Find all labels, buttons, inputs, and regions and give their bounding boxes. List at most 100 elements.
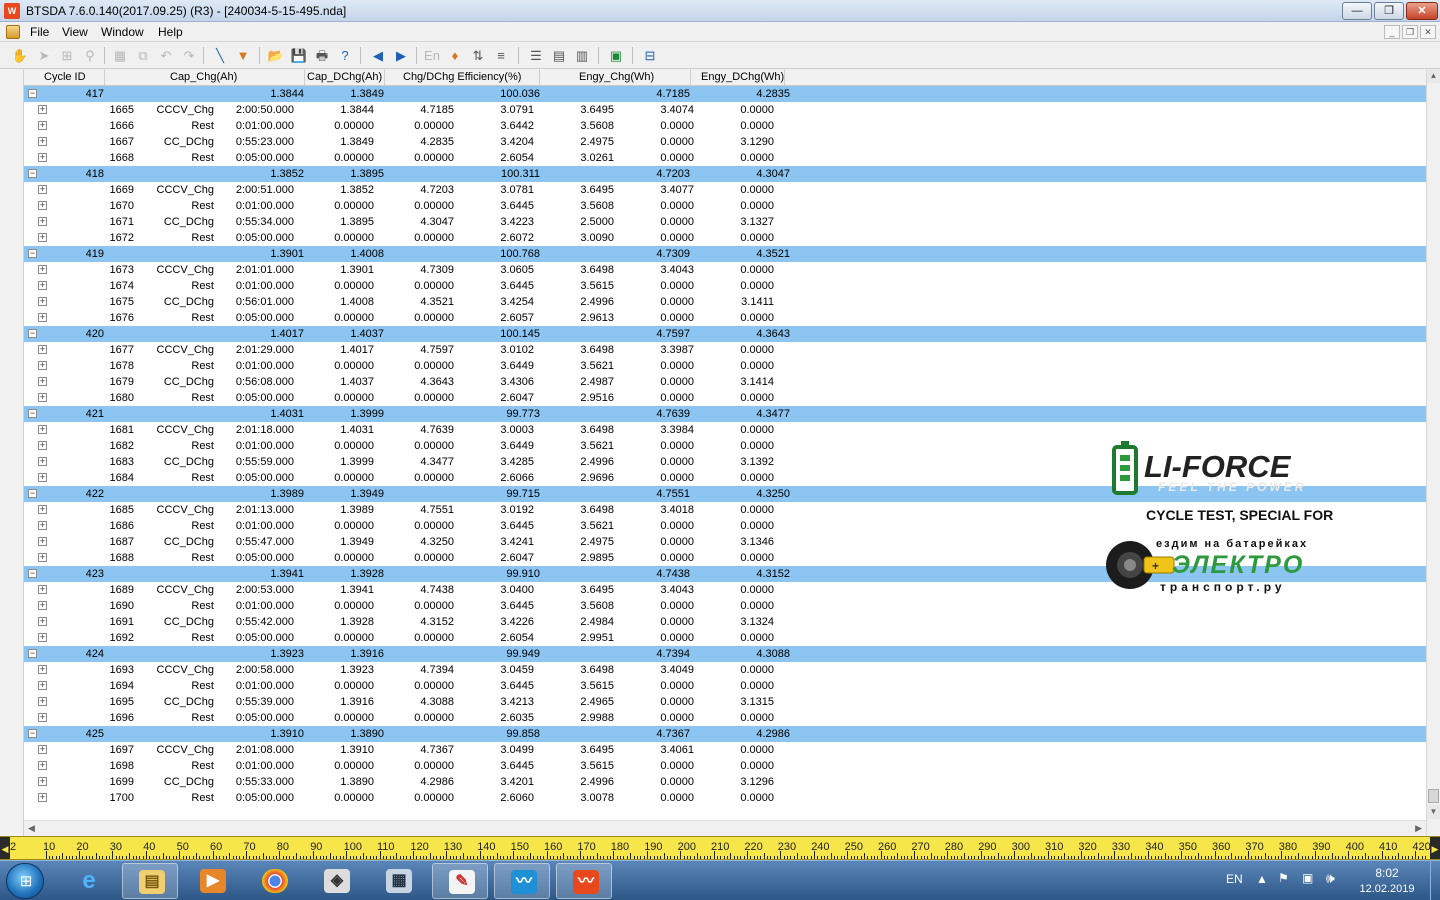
child-minimize-button[interactable]: _ xyxy=(1384,25,1400,39)
expand-icon[interactable]: + xyxy=(38,553,47,562)
step-row[interactable]: +1700 Rest 0:05:00.000 0.00000 0.00000 2.6060… xyxy=(24,790,1426,806)
restore-button[interactable]: ❐ xyxy=(1374,2,1404,20)
expand-icon[interactable]: + xyxy=(38,265,47,274)
step-row[interactable]: +1669 CCCV_Chg 2:00:51.000 1.3852 4.7203 3.07… xyxy=(24,182,1426,198)
expand-icon[interactable]: + xyxy=(38,361,47,370)
expand-icon[interactable]: + xyxy=(38,681,47,690)
next-icon[interactable]: ▶ xyxy=(391,46,411,65)
menu-file[interactable]: File xyxy=(30,25,49,39)
expand-icon[interactable]: + xyxy=(38,217,47,226)
expand-icon[interactable]: + xyxy=(38,601,47,610)
cycle-row[interactable]: − 424 1.3923 1.3916 99.949 4.7394 4.3088 xyxy=(24,646,1426,662)
zoom-icon[interactable]: ⚲ xyxy=(80,46,100,65)
expand-icon[interactable]: + xyxy=(38,137,47,146)
expand-icon[interactable]: + xyxy=(38,617,47,626)
collapse-icon[interactable]: − xyxy=(28,649,37,658)
action-center-flag-icon[interactable]: ⚑ xyxy=(1278,871,1289,900)
clock-date[interactable]: 12.02.2019 xyxy=(1358,883,1416,900)
step-row[interactable]: +1674 Rest 0:01:00.000 0.00000 0.00000 3.6445… xyxy=(24,278,1426,294)
step-row[interactable]: +1693 CCCV_Chg 2:00:58.000 1.3923 4.7394 3.04… xyxy=(24,662,1426,678)
align-icon[interactable]: ≡ xyxy=(491,46,511,65)
zoom-area-icon[interactable]: ⊞ xyxy=(57,46,77,65)
step-row[interactable]: +1670 Rest 0:01:00.000 0.00000 0.00000 3.6445… xyxy=(24,198,1426,214)
taskbar-media-player[interactable]: ▶ xyxy=(184,863,240,899)
minimize-button[interactable]: — xyxy=(1342,2,1372,20)
taskbar-calculator[interactable]: ▦ xyxy=(370,863,426,899)
step-row[interactable]: +1681 CCCV_Chg 2:01:18.000 1.4031 4.7639 3.00… xyxy=(24,422,1426,438)
expand-icon[interactable]: + xyxy=(38,393,47,402)
step-row[interactable]: +1673 CCCV_Chg 2:01:01.000 1.3901 4.7309 3.06… xyxy=(24,262,1426,278)
step-row[interactable]: +1677 CCCV_Chg 2:01:29.000 1.4017 4.7597 3.01… xyxy=(24,342,1426,358)
expand-icon[interactable]: + xyxy=(38,521,47,530)
copy-view-icon[interactable]: ⧉ xyxy=(133,46,153,65)
taskbar-internet-explorer[interactable]: e xyxy=(60,863,116,899)
scroll-right-icon[interactable]: ▶ xyxy=(1415,823,1422,834)
step-row[interactable]: +1679 CC_DChg 0:56:08.000 1.4037 4.3643 3.430… xyxy=(24,374,1426,390)
cycle-row[interactable]: − 417 1.3844 1.3849 100.036 4.7185 4.2835 xyxy=(24,86,1426,102)
ruler-right-arrow-icon[interactable]: ▶ xyxy=(1430,837,1440,859)
column-header-engy-chg[interactable]: Engy_Chg(Wh) xyxy=(579,70,654,85)
step-row[interactable]: +1698 Rest 0:01:00.000 0.00000 0.00000 3.6445… xyxy=(24,758,1426,774)
network-icon[interactable]: ▣ xyxy=(1302,871,1313,900)
expand-icon[interactable]: + xyxy=(38,425,47,434)
taskbar-chrome[interactable] xyxy=(246,863,302,899)
collapse-icon[interactable]: − xyxy=(28,249,37,258)
sort-icon[interactable]: ⇅ xyxy=(468,46,488,65)
expand-icon[interactable]: + xyxy=(38,505,47,514)
step-row[interactable]: +1671 CC_DChg 0:55:34.000 1.3895 4.3047 3.422… xyxy=(24,214,1426,230)
pointer-icon[interactable]: ➤ xyxy=(34,46,54,65)
redo-icon[interactable]: ↷ xyxy=(179,46,199,65)
collapse-icon[interactable]: − xyxy=(28,409,37,418)
marker-icon[interactable]: ♦ xyxy=(445,46,465,65)
cycle-row[interactable]: − 421 1.4031 1.3999 99.773 4.7639 4.3477 xyxy=(24,406,1426,422)
menu-view[interactable]: View xyxy=(62,25,88,39)
expand-icon[interactable]: + xyxy=(38,697,47,706)
expand-icon[interactable]: + xyxy=(38,233,47,242)
expand-icon[interactable]: + xyxy=(38,153,47,162)
step-row[interactable]: +1678 Rest 0:01:00.000 0.00000 0.00000 3.6449… xyxy=(24,358,1426,374)
collapse-icon[interactable]: − xyxy=(28,329,37,338)
taskbar-paint[interactable]: ✎ xyxy=(432,863,488,899)
expand-icon[interactable]: + xyxy=(38,297,47,306)
menu-window[interactable]: Window xyxy=(101,25,144,39)
grid-view-icon[interactable]: ▦ xyxy=(110,46,130,65)
collapse-icon[interactable]: − xyxy=(28,489,37,498)
expand-icon[interactable]: + xyxy=(38,345,47,354)
scroll-thumb[interactable] xyxy=(1428,789,1439,803)
filter-icon[interactable]: ▼ xyxy=(233,46,253,65)
print-icon[interactable]: 🖶 xyxy=(312,46,332,65)
column-header-cap-dchg[interactable]: Cap_DChg(Ah) xyxy=(307,70,382,85)
child-restore-button[interactable]: ❐ xyxy=(1402,25,1418,39)
expand-icon[interactable]: + xyxy=(38,105,47,114)
about-icon[interactable]: ? xyxy=(335,46,355,65)
step-row[interactable]: +1697 CCCV_Chg 2:01:08.000 1.3910 4.7367 3.04… xyxy=(24,742,1426,758)
expand-icon[interactable]: + xyxy=(38,777,47,786)
child-close-button[interactable]: ✕ xyxy=(1420,25,1436,39)
expand-icon[interactable]: + xyxy=(38,201,47,210)
collapse-icon[interactable]: − xyxy=(28,169,37,178)
taskbar-battery-tester[interactable]: 〰 xyxy=(494,863,550,899)
expand-icon[interactable]: + xyxy=(38,633,47,642)
volume-icon[interactable]: 🕪 xyxy=(1326,870,1335,900)
collapse-icon[interactable]: − xyxy=(28,569,37,578)
column-header-cap-chg[interactable]: Cap_Chg(Ah) xyxy=(170,70,237,85)
settings-grid-icon[interactable]: ⊟ xyxy=(640,46,660,65)
column-header-cycle-id[interactable]: Cycle ID xyxy=(44,70,86,85)
cycle-ruler[interactable]: ◀ ▶ 2 10 20 30 40 50 60 70 80 90 100 110 120 130 140 15… xyxy=(0,836,1440,860)
expand-icon[interactable]: + xyxy=(38,473,47,482)
document-icon[interactable] xyxy=(6,25,20,39)
step-row[interactable]: +1692 Rest 0:05:00.000 0.00000 0.00000 2.6054… xyxy=(24,630,1426,646)
step-row[interactable]: +1694 Rest 0:01:00.000 0.00000 0.00000 3.6445… xyxy=(24,678,1426,694)
scroll-up-icon[interactable]: ▲ xyxy=(1427,69,1440,83)
hand-tool-icon[interactable]: ✋ xyxy=(10,46,30,65)
column-header-engy-dchg[interactable]: Engy_DChg(Wh) xyxy=(701,70,784,85)
cycle-row[interactable]: − 419 1.3901 1.4008 100.768 4.7309 4.3521 xyxy=(24,246,1426,262)
expand-icon[interactable]: + xyxy=(38,185,47,194)
column-header-efficiency[interactable]: Chg/DChg Efficiency(%) xyxy=(403,70,521,85)
language-icon[interactable]: En xyxy=(422,46,442,65)
expand-icon[interactable]: + xyxy=(38,121,47,130)
step-row[interactable]: +1665 CCCV_Chg 2:00:50.000 1.3844 4.7185 3.07… xyxy=(24,102,1426,118)
step-row[interactable]: +1666 Rest 0:01:00.000 0.00000 0.00000 3.6442… xyxy=(24,118,1426,134)
menu-help[interactable]: Help xyxy=(158,25,183,39)
step-row[interactable]: +1696 Rest 0:05:00.000 0.00000 0.00000 2.6035… xyxy=(24,710,1426,726)
